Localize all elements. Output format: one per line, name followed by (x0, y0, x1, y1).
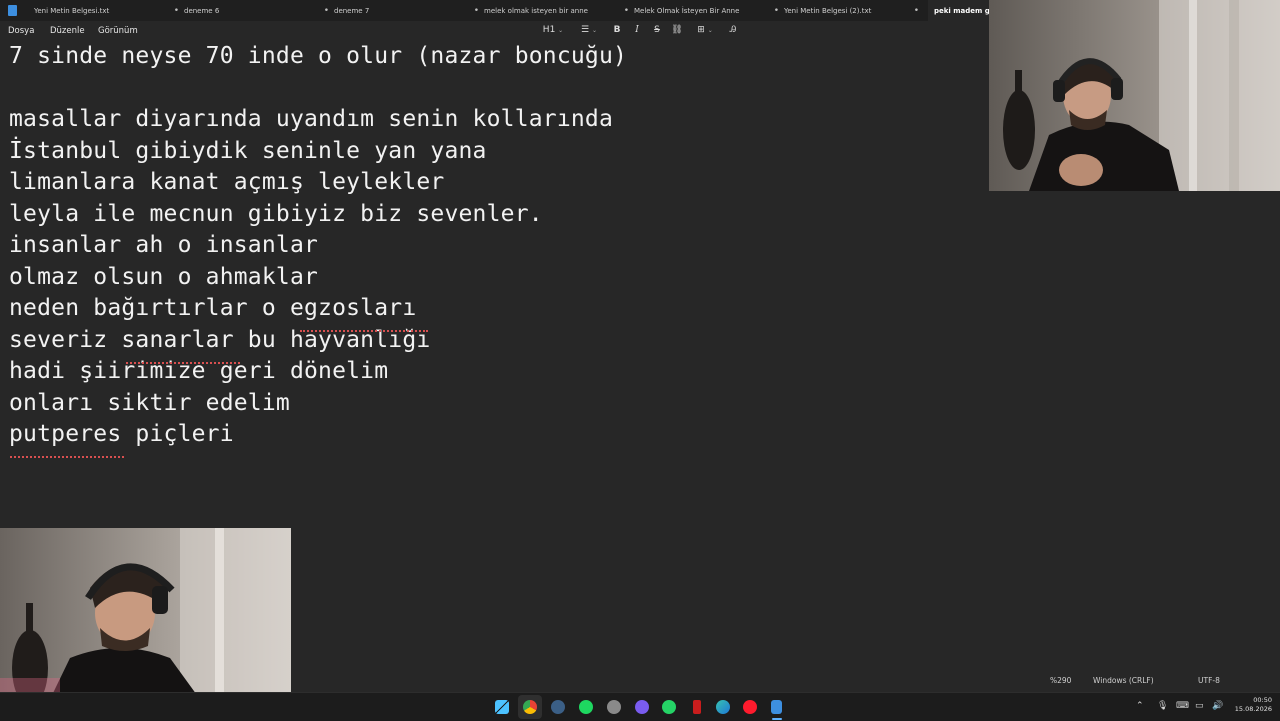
tab-melek-olmak-lower[interactable]: melek olmak isteyen bir anne • (484, 0, 629, 21)
text-line: onları siktir edelim (9, 390, 290, 416)
list-dropdown[interactable]: ☰ ⌄ (576, 22, 602, 38)
italic-button[interactable]: I (630, 22, 644, 38)
text-line: putperes piçleri (9, 421, 234, 447)
link-icon: ⛓ (671, 25, 683, 35)
volume-icon[interactable]: 🔊 (1212, 699, 1223, 713)
chrome-icon[interactable] (523, 700, 537, 714)
text-line: neden bağırtırlar o egzosları (9, 295, 417, 321)
link-button[interactable]: ⛓ (670, 22, 684, 38)
heading-label: H1 (542, 25, 556, 35)
tab-label: deneme 6 (184, 7, 220, 15)
encoding[interactable]: UTF-8 (1198, 668, 1220, 693)
spotify-icon[interactable] (579, 700, 593, 714)
unsaved-dot-icon[interactable]: • (324, 0, 329, 21)
spellcheck-underline (300, 327, 428, 332)
tab-melek-olmak-title[interactable]: Melek Olmak İsteyen Bir Anne • (634, 0, 779, 21)
microphone-icon[interactable]: 🎙 (1157, 699, 1168, 713)
notepad-taskbar-icon[interactable] (771, 700, 782, 714)
tab-peki-madem[interactable]: peki madem geld (928, 0, 996, 21)
clear-format-button[interactable]: Ꭿ (726, 22, 740, 38)
settings-gear-icon[interactable] (607, 700, 621, 714)
taskbar-clock[interactable]: 00:50 15.08.2026 (1235, 696, 1272, 714)
red-app-icon[interactable] (693, 700, 701, 714)
tab-label: deneme 7 (334, 7, 370, 15)
chevron-down-icon: ⌄ (558, 27, 564, 34)
unsaved-dot-icon[interactable]: • (914, 0, 919, 21)
tab-label: Yeni Metin Belgesi.txt (34, 7, 110, 15)
windows-start-icon[interactable] (495, 700, 509, 714)
text-line: leyla ile mecnun gibiyiz biz sevenler. (9, 201, 543, 227)
display-icon[interactable]: ▭ (1195, 699, 1204, 713)
text-line: insanlar ah o insanlar (9, 232, 319, 258)
unsaved-dot-icon[interactable]: • (174, 0, 179, 21)
text-line: masallar diyarında uyandım senin kolları… (9, 106, 614, 132)
tab-label: peki madem geld (934, 7, 996, 15)
heading-dropdown[interactable]: H1 ⌄ (540, 22, 566, 38)
tab-label: melek olmak isteyen bir anne (484, 7, 588, 15)
keyboard-icon[interactable]: ⌨ (1176, 699, 1189, 713)
menu-edit[interactable]: Düzenle (50, 21, 85, 42)
tab-deneme-6[interactable]: deneme 6 • (184, 0, 329, 21)
chevron-up-icon[interactable]: ⌃ (1136, 699, 1144, 713)
clear-format-icon: Ꭿ (729, 25, 737, 35)
app-icon[interactable] (635, 700, 649, 714)
whatsapp-icon[interactable] (662, 700, 676, 714)
notepad-app-icon (8, 5, 17, 16)
table-dropdown[interactable]: ⊞ ⌄ (692, 22, 718, 38)
bold-button[interactable]: B (610, 22, 624, 38)
edge-icon[interactable] (716, 700, 730, 714)
tab-yeni-metin-belgesi-2[interactable]: Yeni Metin Belgesi (2).txt • (784, 0, 919, 21)
table-icon: ⊞ (697, 25, 705, 35)
clock-time: 00:50 (1253, 696, 1272, 704)
strikethrough-button[interactable]: S (650, 22, 664, 38)
unsaved-dot-icon[interactable]: • (474, 0, 479, 21)
opera-icon[interactable] (743, 700, 757, 714)
status-bar: %290 Windows (CRLF) UTF-8 (292, 668, 1280, 692)
chevron-down-icon: ⌄ (591, 27, 597, 34)
tab-deneme-7[interactable]: deneme 7 • (334, 0, 479, 21)
steam-icon[interactable] (551, 700, 565, 714)
text-line: limanlara kanat açmış leylekler (9, 169, 445, 195)
text-line: olmaz olsun o ahmaklar (9, 264, 319, 290)
spellcheck-underline (126, 359, 240, 364)
chevron-down-icon: ⌄ (707, 27, 713, 34)
tab-label: Melek Olmak İsteyen Bir Anne (634, 7, 740, 15)
line-ending[interactable]: Windows (CRLF) (1093, 668, 1154, 693)
webcam-overlay-top (989, 0, 1280, 191)
menu-file[interactable]: Dosya (8, 21, 34, 42)
tab-yeni-metin-belgesi[interactable]: Yeni Metin Belgesi.txt • (34, 0, 179, 21)
spellcheck-underline (10, 453, 124, 458)
text-line: İstanbul gibiydik seninle yan yana (9, 138, 487, 164)
zoom-level[interactable]: %290 (1050, 668, 1071, 693)
menu-view[interactable]: Görünüm (98, 21, 138, 42)
clock-date: 15.08.2026 (1234, 705, 1272, 713)
tab-label: Yeni Metin Belgesi (2).txt (784, 7, 872, 15)
unsaved-dot-icon[interactable]: • (774, 0, 779, 21)
unsaved-dot-icon[interactable]: • (624, 0, 629, 21)
document-title-line: 7 sinde neyse 70 inde o olur (nazar bonc… (9, 43, 628, 69)
list-icon: ☰ (581, 25, 590, 35)
taskbar: ⌃ 🎙 ⌨ ▭ 🔊 00:50 15.08.2026 (0, 692, 1280, 721)
